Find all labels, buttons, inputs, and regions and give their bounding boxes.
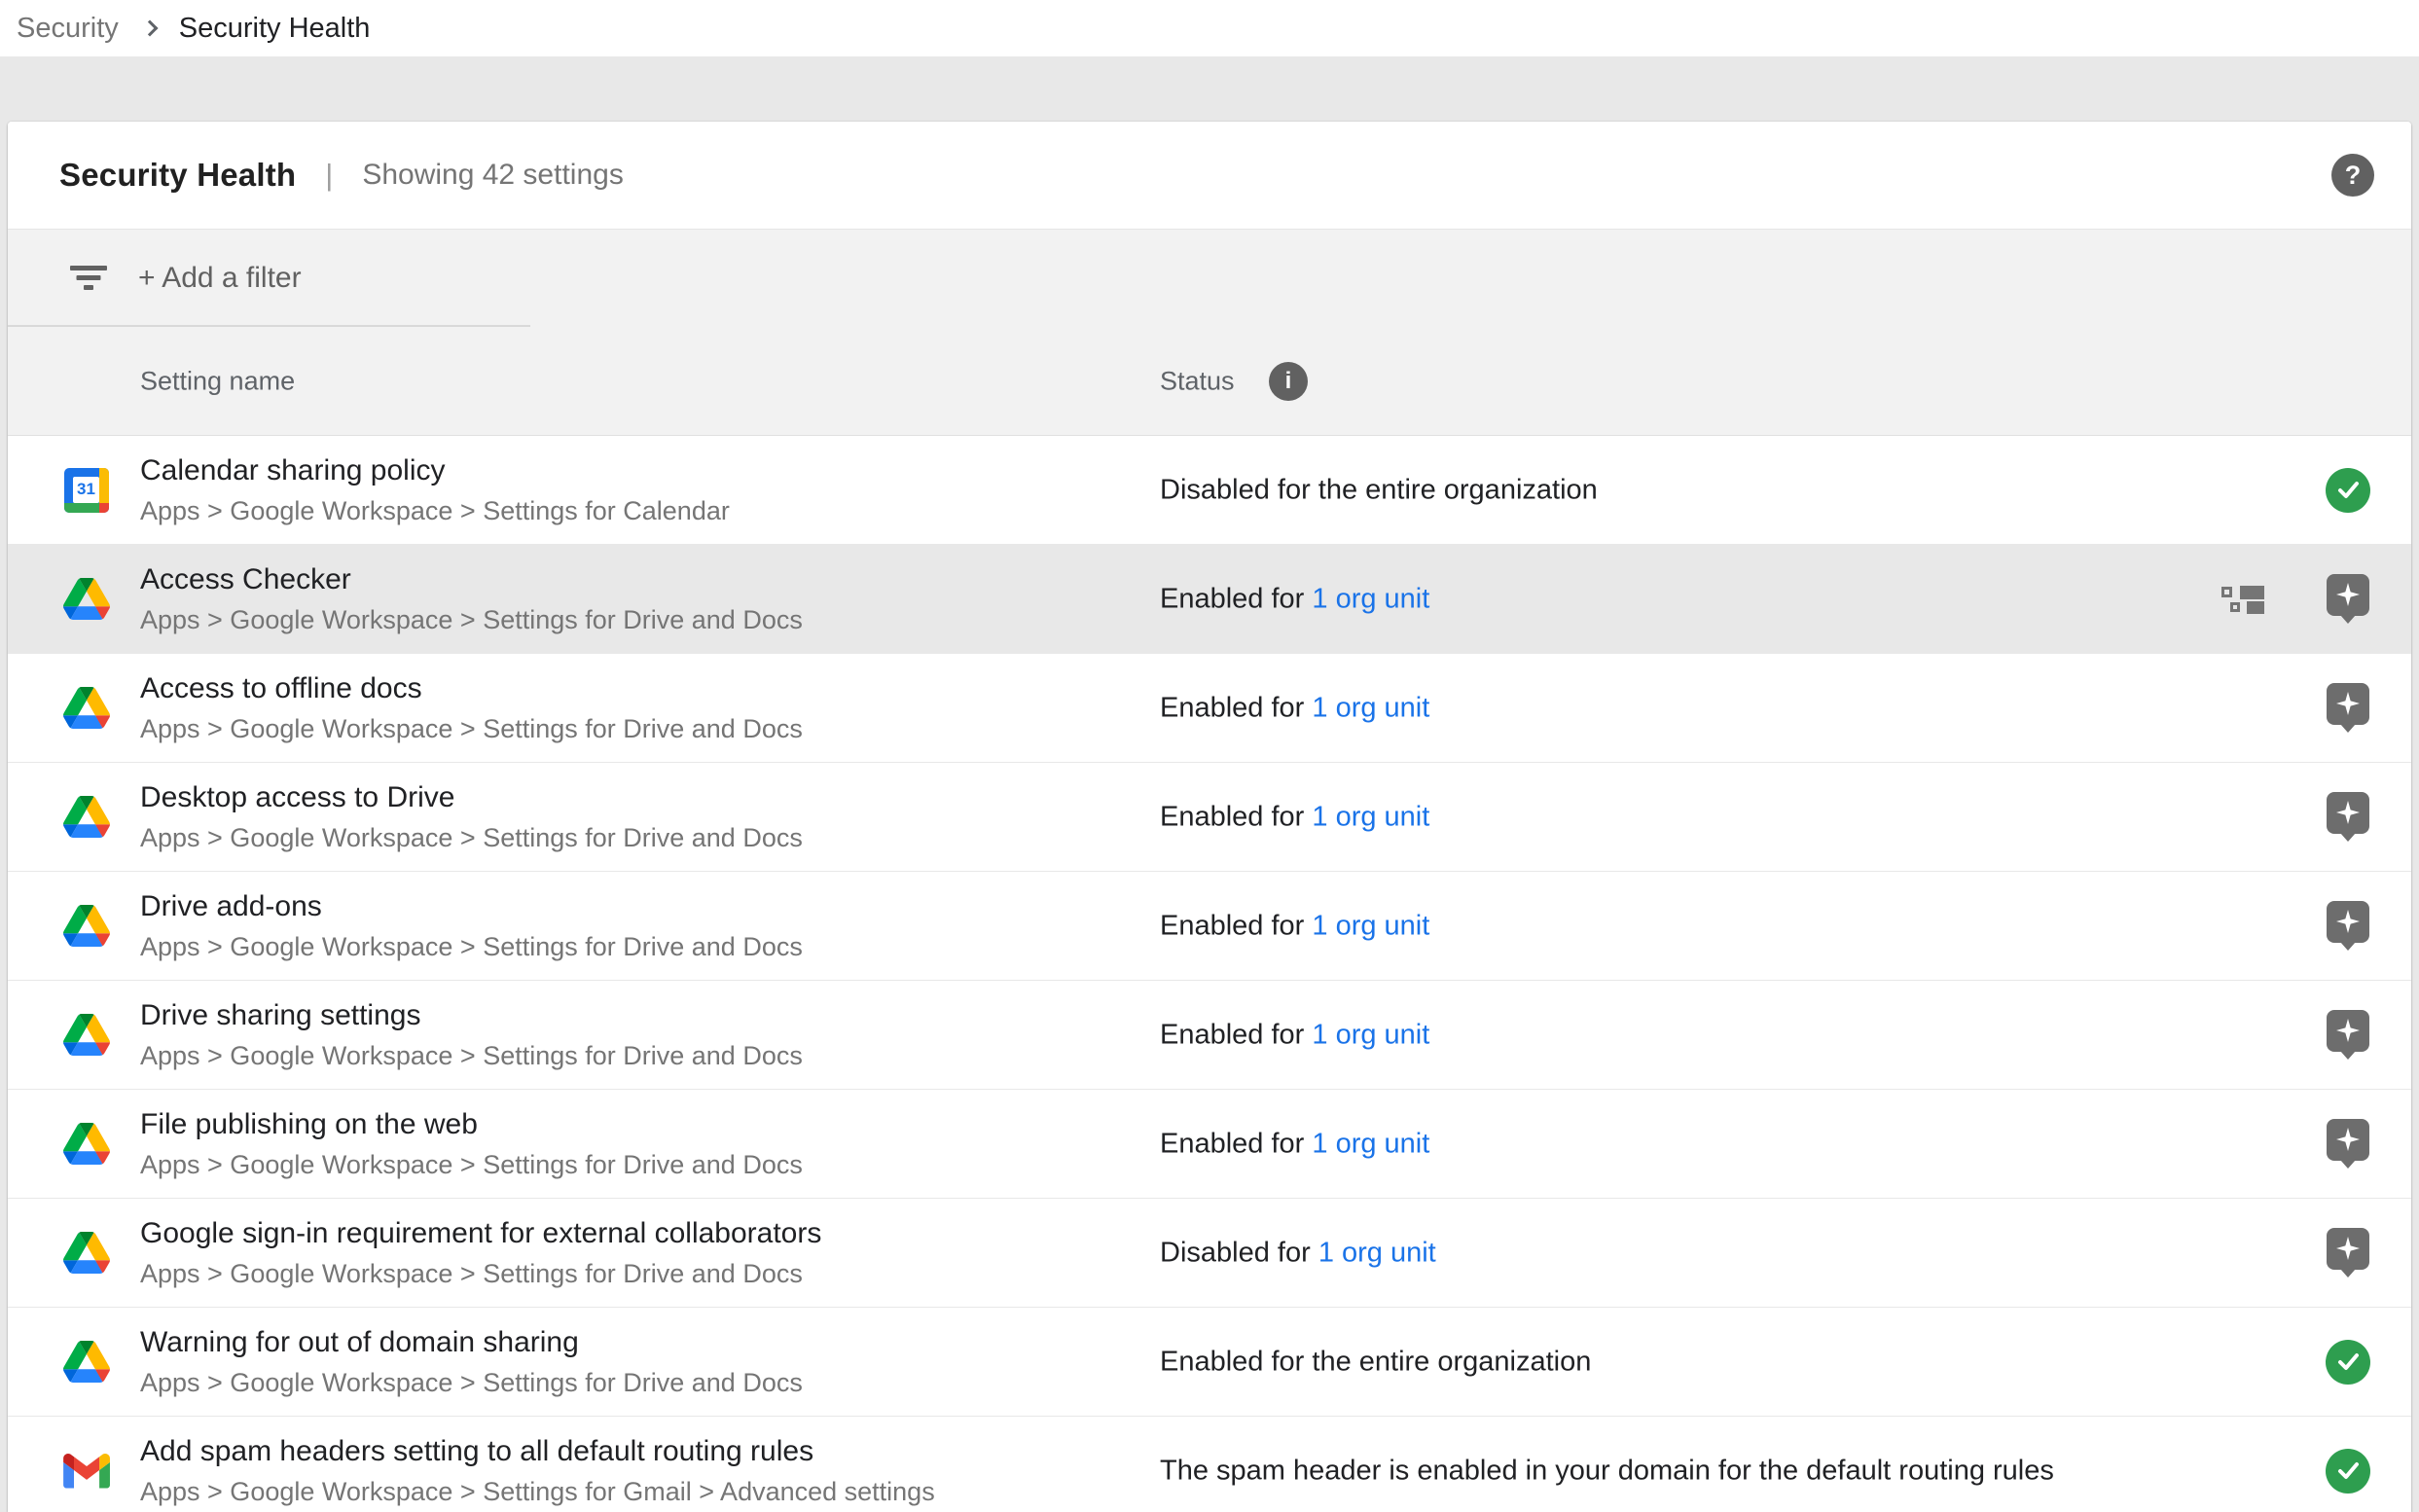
setting-name: Google sign-in requirement for external … [140, 1217, 821, 1250]
recommendation-icon[interactable] [2327, 901, 2369, 952]
recommendation-icon[interactable] [2327, 1010, 2369, 1061]
table-row[interactable]: Drive add-ons Apps > Google Workspace > … [8, 872, 2411, 981]
setting-name: Drive sharing settings [140, 999, 803, 1032]
org-unit-link[interactable]: 1 org unit [1312, 1019, 1429, 1050]
title-divider: | [325, 158, 333, 193]
table-row[interactable]: Warning for out of domain sharing Apps >… [8, 1308, 2411, 1417]
status-cell: Enabled for the entire organization [1160, 1346, 1591, 1378]
breadcrumb: Security Security Health [0, 0, 2419, 56]
breadcrumb-current: Security Health [179, 13, 371, 45]
status-text: Enabled for [1160, 801, 1312, 832]
status-cell: Disabled for 1 org unit [1160, 1237, 1436, 1269]
status-ok-check-icon [2326, 1340, 2370, 1385]
org-unit-link[interactable]: 1 org unit [1318, 1237, 1436, 1268]
status-text: Disabled for the entire organization [1160, 474, 1598, 505]
status-cell: Enabled for 1 org unit [1160, 583, 1429, 615]
setting-name: Add spam headers setting to all default … [140, 1435, 935, 1468]
help-icon[interactable]: ? [2331, 154, 2374, 197]
setting-path: Apps > Google Workspace > Settings for D… [140, 1041, 803, 1071]
filter-list-icon [70, 266, 107, 291]
status-ok-check-icon [2326, 468, 2370, 513]
google-drive-icon [63, 1123, 110, 1165]
status-cell: Enabled for 1 org unit [1160, 692, 1429, 724]
org-unit-link[interactable]: 1 org unit [1312, 692, 1429, 723]
recommendation-icon[interactable] [2327, 1228, 2369, 1278]
setting-name: Calendar sharing policy [140, 454, 730, 487]
org-unit-link[interactable]: 1 org unit [1312, 1128, 1429, 1159]
recommendation-icon[interactable] [2327, 683, 2369, 734]
status-cell: Enabled for 1 org unit [1160, 910, 1429, 942]
table-row[interactable]: Drive sharing settings Apps > Google Wor… [8, 981, 2411, 1090]
settings-count: Showing 42 settings [362, 159, 624, 192]
table-row[interactable]: Access to offline docs Apps > Google Wor… [8, 654, 2411, 763]
status-cell: Disabled for the entire organization [1160, 474, 1598, 506]
setting-path: Apps > Google Workspace > Settings for C… [140, 496, 730, 526]
google-calendar-icon: 31 [64, 468, 109, 513]
status-text: Disabled for [1160, 1237, 1318, 1268]
status-cell: The spam header is enabled in your domai… [1160, 1455, 2054, 1487]
setting-name: Access Checker [140, 563, 803, 596]
org-unit-link[interactable]: 1 org unit [1312, 583, 1429, 614]
setting-path: Apps > Google Workspace > Settings for D… [140, 1150, 803, 1180]
column-header-setting-name: Setting name [140, 366, 295, 396]
status-info-icon[interactable]: i [1269, 362, 1308, 401]
setting-path: Apps > Google Workspace > Settings for D… [140, 823, 803, 853]
table-row[interactable]: Access Checker Apps > Google Workspace >… [8, 545, 2411, 654]
setting-name: File publishing on the web [140, 1108, 803, 1141]
setting-path: Apps > Google Workspace > Settings for G… [140, 1477, 935, 1507]
table-row[interactable]: File publishing on the web Apps > Google… [8, 1090, 2411, 1199]
setting-name: Desktop access to Drive [140, 781, 803, 814]
settings-list: 31 Calendar sharing policy Apps > Google… [8, 436, 2411, 1512]
status-ok-check-icon [2326, 1449, 2370, 1494]
google-drive-icon [63, 905, 110, 947]
status-cell: Enabled for 1 org unit [1160, 801, 1429, 833]
status-text: Enabled for [1160, 1128, 1312, 1159]
setting-path: Apps > Google Workspace > Settings for D… [140, 714, 803, 744]
status-text: Enabled for [1160, 1019, 1312, 1050]
google-drive-icon [63, 1232, 110, 1274]
status-text: Enabled for the entire organization [1160, 1346, 1591, 1377]
org-unit-link[interactable]: 1 org unit [1312, 801, 1429, 832]
setting-name: Drive add-ons [140, 890, 803, 923]
table-row[interactable]: Add spam headers setting to all default … [8, 1417, 2411, 1512]
add-filter-button[interactable]: + Add a filter [138, 262, 302, 295]
google-drive-icon [63, 687, 110, 729]
google-drive-icon [63, 1341, 110, 1383]
google-drive-icon [63, 796, 110, 838]
table-row[interactable]: Google sign-in requirement for external … [8, 1199, 2411, 1308]
card-header: Security Health | Showing 42 settings ? [8, 122, 2411, 229]
gmail-icon [63, 1454, 110, 1489]
setting-path: Apps > Google Workspace > Settings for D… [140, 1368, 803, 1398]
recommendation-icon[interactable] [2327, 1119, 2369, 1170]
google-drive-icon [63, 1014, 110, 1056]
status-text: Enabled for [1160, 692, 1312, 723]
status-text: Enabled for [1160, 910, 1312, 941]
breadcrumb-parent-link[interactable]: Security [17, 13, 119, 45]
table-header: Setting name Status i [8, 327, 2411, 436]
setting-name: Access to offline docs [140, 672, 803, 705]
status-text: The spam header is enabled in your domai… [1160, 1455, 2054, 1486]
table-row[interactable]: Desktop access to Drive Apps > Google Wo… [8, 763, 2411, 872]
setting-path: Apps > Google Workspace > Settings for D… [140, 605, 803, 635]
status-text: Enabled for [1160, 583, 1312, 614]
page-title: Security Health [59, 157, 296, 194]
status-cell: Enabled for 1 org unit [1160, 1128, 1429, 1160]
chevron-right-icon [141, 20, 158, 37]
setting-name: Warning for out of domain sharing [140, 1326, 803, 1359]
recommendation-icon[interactable] [2327, 574, 2369, 625]
setting-path: Apps > Google Workspace > Settings for D… [140, 1259, 821, 1289]
recommendation-icon[interactable] [2327, 792, 2369, 843]
status-cell: Enabled for 1 org unit [1160, 1019, 1429, 1051]
table-row[interactable]: 31 Calendar sharing policy Apps > Google… [8, 436, 2411, 545]
setting-path: Apps > Google Workspace > Settings for D… [140, 932, 803, 962]
filter-bar: + Add a filter [8, 229, 2411, 327]
security-health-card: Security Health | Showing 42 settings ? … [8, 122, 2411, 1512]
org-unit-structure-icon [2221, 586, 2270, 613]
column-header-status: Status [1160, 366, 1235, 396]
org-unit-link[interactable]: 1 org unit [1312, 910, 1429, 941]
google-drive-icon [63, 578, 110, 620]
